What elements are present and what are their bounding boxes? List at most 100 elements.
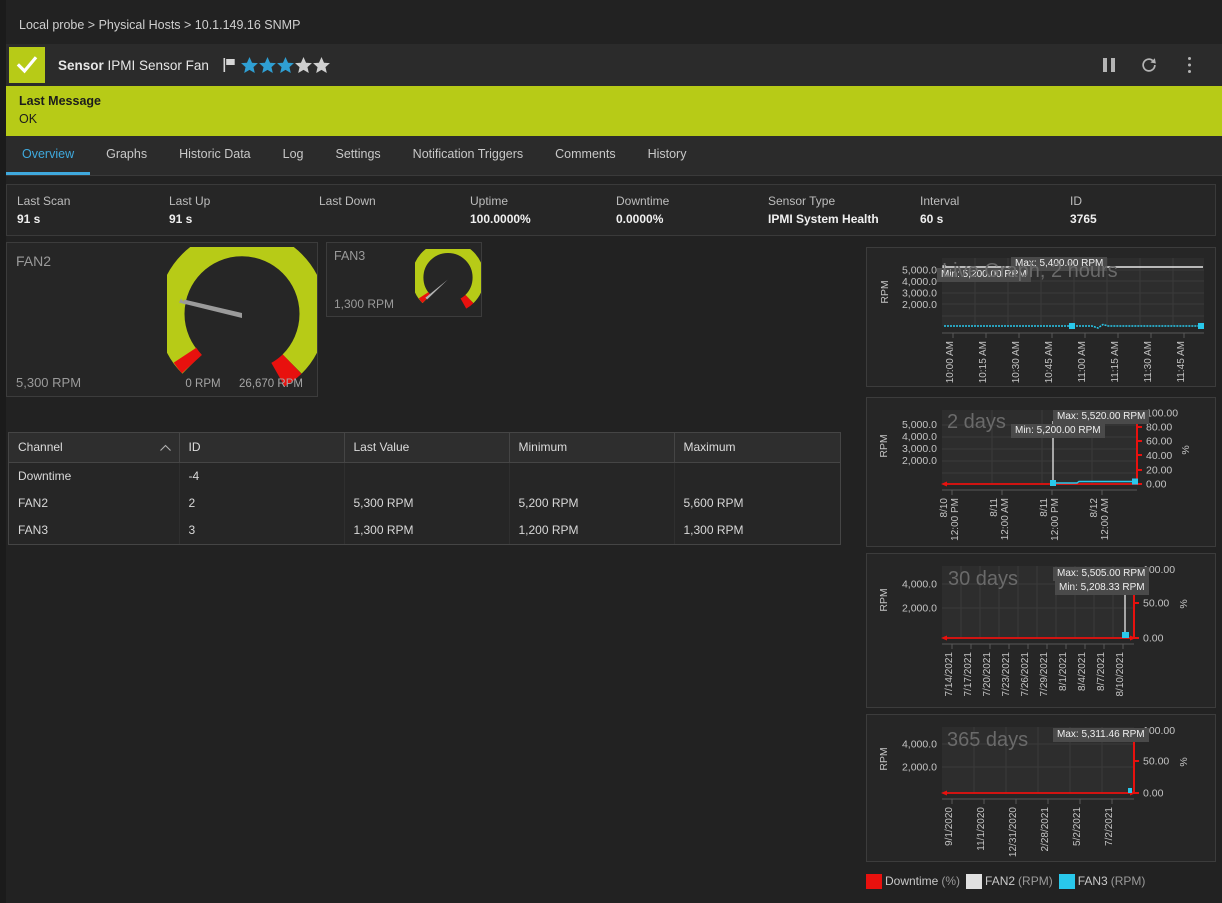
- breadcrumb[interactable]: Local probe > Physical Hosts > 10.1.149.…: [6, 14, 1222, 36]
- priority-star-3[interactable]: [276, 57, 294, 73]
- cell-minimum: [509, 462, 675, 490]
- col-header-last-value[interactable]: Last Value: [344, 433, 510, 463]
- priority-star-2[interactable]: [258, 57, 276, 73]
- info-value: 100.0000%: [470, 212, 531, 226]
- chart-live-min-tooltip: Min: 5,200.00 RPM: [937, 268, 1031, 282]
- info-key: Downtime: [616, 194, 670, 208]
- info-key: ID: [1070, 194, 1082, 208]
- tab-notification-triggers[interactable]: Notification Triggers: [397, 147, 539, 175]
- col-header-id[interactable]: ID: [179, 433, 345, 463]
- info-value: 91 s: [17, 212, 41, 226]
- xtick: 8/12: [1089, 498, 1100, 518]
- ytick-2000: 2,000.0: [902, 603, 937, 615]
- sensor-type-word: Sensor: [58, 57, 104, 73]
- info-interval: Interval 60 s: [910, 185, 1060, 235]
- cell-channel: FAN2: [9, 490, 180, 517]
- sensor-title-bar: Sensor IPMI Sensor Fan: [6, 44, 1222, 86]
- table-header-row: Channel ID Last Value Minimum Maximum: [9, 433, 840, 463]
- flag-icon: [223, 58, 235, 72]
- chart-30days-min-tooltip: Min: 5,208.33 RPM: [1055, 581, 1149, 595]
- chart-2-days[interactable]: 5,000.0 4,000.0 3,000.0 2,000.0 RPM 0.00…: [866, 397, 1216, 547]
- cell-id: 3: [179, 517, 345, 544]
- channel-table: Channel ID Last Value Minimum Maximum Do…: [9, 433, 840, 544]
- legend-item-downtime[interactable]: Downtime (%): [866, 873, 960, 889]
- gauge-fan3-value: 1,300 RPM: [334, 297, 395, 311]
- info-uptime: Uptime 100.0000%: [460, 185, 606, 235]
- tab-graphs[interactable]: Graphs: [90, 147, 163, 175]
- legend-item-fan2[interactable]: FAN2 (RPM): [966, 873, 1053, 889]
- xtick: 7/26/2021: [1020, 652, 1031, 697]
- tab-history[interactable]: History: [632, 147, 703, 175]
- cell-channel: FAN3: [9, 517, 180, 544]
- legend-swatch-fan2: [966, 873, 983, 889]
- info-key: Uptime: [470, 194, 509, 208]
- legend-unit-fan2: (RPM): [1018, 874, 1053, 888]
- chart-365days-max-tooltip: Max: 5,311.46 RPM: [1053, 728, 1149, 742]
- xtick: 8/1/2021: [1058, 652, 1069, 691]
- gauge-fan3: FAN3 1,300 RPM: [326, 242, 482, 317]
- y2tick: 40.00: [1146, 450, 1172, 462]
- cell-channel: Downtime: [9, 462, 180, 490]
- y2label-percent: %: [1178, 757, 1190, 766]
- priority-rating[interactable]: [223, 57, 330, 73]
- col-header-minimum[interactable]: Minimum: [509, 433, 675, 463]
- col-label: Channel: [18, 440, 63, 454]
- xtick: 11:45 AM: [1176, 341, 1187, 383]
- cell-maximum: [674, 463, 840, 491]
- chart-2-days-svg: 5,000.0 4,000.0 3,000.0 2,000.0 RPM 0.00…: [867, 398, 1215, 546]
- ytick-2000: 2,000.0: [902, 455, 937, 467]
- y2tick: 0.00: [1143, 633, 1164, 645]
- chart-live-graph[interactable]: 5,000.0 4,000.0 3,000.0 2,000.0 RPM 10:0…: [866, 247, 1216, 387]
- sensor-name: IPMI Sensor Fan: [107, 57, 209, 73]
- chart-legend: Downtime (%) FAN2 (RPM) FAN3 (RPM): [866, 870, 1216, 892]
- chart-30-days[interactable]: 4,000.0 2,000.0 RPM 0.00 50.00 100.00 %: [866, 553, 1216, 708]
- priority-star-5[interactable]: [312, 57, 330, 73]
- refresh-button[interactable]: [1138, 54, 1160, 76]
- xtick: 8/11: [989, 498, 1000, 517]
- xtick: 12:00 PM: [950, 498, 961, 541]
- gauge-fan2-needle: [179, 298, 242, 318]
- chart-2days-min-tooltip: Min: 5,200.00 RPM: [1011, 424, 1105, 438]
- xtick: 12:00 AM: [1000, 498, 1011, 540]
- col-header-channel[interactable]: Channel: [9, 433, 180, 463]
- y2tick: 50.00: [1143, 598, 1169, 610]
- info-key: Sensor Type: [768, 194, 836, 208]
- xtick: 12/31/2020: [1008, 807, 1019, 857]
- table-row[interactable]: FAN3 3 1,300 RPM 1,200 RPM 1,300 RPM: [9, 517, 840, 544]
- ytick-3000: 3,000.0: [902, 288, 937, 300]
- ytick-4000: 4,000.0: [902, 739, 937, 751]
- priority-star-1[interactable]: [240, 57, 258, 73]
- gauge-fan2-dial: 0 RPM 26,670 RPM: [167, 247, 317, 390]
- ylabel-rpm: RPM: [878, 588, 890, 611]
- cell-last-value: 5,300 RPM: [344, 490, 510, 517]
- tab-historic-data[interactable]: Historic Data: [163, 147, 267, 175]
- info-value: IPMI System Health: [768, 212, 879, 226]
- table-row[interactable]: FAN2 2 5,300 RPM 5,200 RPM 5,600 RPM: [9, 490, 840, 517]
- chart-365-days[interactable]: 4,000.0 2,000.0 RPM 0.00 50.00 100.00 %: [866, 714, 1216, 862]
- legend-item-fan3[interactable]: FAN3 (RPM): [1058, 873, 1145, 889]
- priority-star-4[interactable]: [294, 57, 312, 73]
- ytick-2000: 2,000.0: [902, 762, 937, 774]
- tab-log[interactable]: Log: [267, 147, 320, 175]
- xtick: 10:15 AM: [978, 341, 989, 383]
- xtick: 11:30 AM: [1143, 341, 1154, 383]
- xtick: 11/1/2020: [976, 807, 987, 851]
- more-options-button[interactable]: [1178, 54, 1200, 76]
- y2tick: 100.00: [1146, 408, 1178, 420]
- tab-overview[interactable]: Overview: [6, 147, 91, 175]
- cell-last-value: 1,300 RPM: [344, 517, 510, 544]
- pause-button[interactable]: [1098, 54, 1120, 76]
- tab-comments[interactable]: Comments: [539, 147, 631, 175]
- xtick: 10:45 AM: [1044, 341, 1055, 383]
- xtick: 12:00 PM: [1050, 498, 1061, 541]
- y2tick: 80.00: [1146, 422, 1172, 434]
- y2label-percent: %: [1180, 445, 1192, 454]
- legend-label-fan2: FAN2: [985, 874, 1016, 888]
- tab-bar: Overview Graphs Historic Data Log Settin…: [6, 136, 1222, 176]
- col-header-maximum[interactable]: Maximum: [674, 433, 840, 463]
- tab-settings[interactable]: Settings: [320, 147, 397, 175]
- gauge-fan3-name: FAN3: [334, 249, 366, 263]
- xtick: 8/10: [939, 498, 950, 518]
- table-row[interactable]: Downtime -4: [9, 462, 840, 491]
- ytick-5000: 5,000.0: [902, 419, 937, 431]
